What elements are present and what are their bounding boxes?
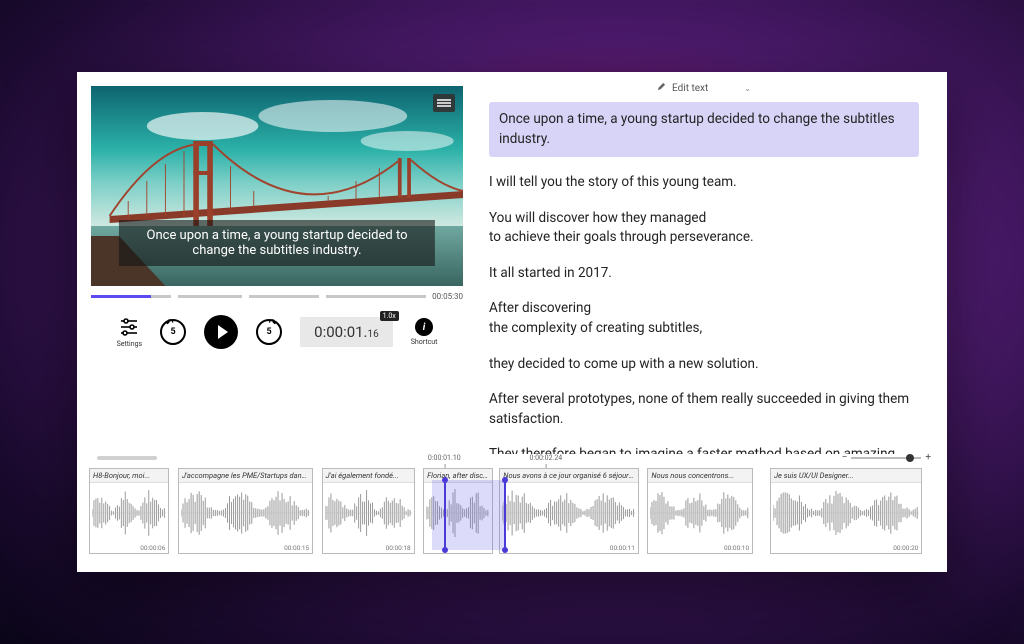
edit-mode-dropdown[interactable]: Edit text ⌄ — [489, 82, 919, 94]
zoom-out-icon[interactable]: − — [842, 452, 848, 463]
clip-duration: 00:00:15 — [284, 544, 309, 552]
timeline-clip[interactable]: J'accompagne les PME/Startups dans... 00:… — [178, 468, 313, 554]
settings-button[interactable]: Settings — [117, 316, 143, 348]
timeline-ruler: 0:00:01.10 0:00:02.24 — [89, 454, 935, 468]
clip-label: J'ai également fondé... — [323, 469, 414, 483]
playhead-marker[interactable] — [504, 480, 506, 550]
playback-controls: Settings 5 5 0:00:01.16 1.0x i Shortcut — [91, 315, 463, 349]
waveform — [650, 485, 750, 541]
shortcut-button[interactable]: i Shortcut — [411, 318, 438, 346]
rewind-5-button[interactable]: 5 — [160, 319, 186, 345]
timeline-clip[interactable]: Nous nous concentrons... 00:00:10 — [647, 468, 753, 554]
clips-track: H8-Bonjour, moi... 00:00:06 J'accompagne l… — [89, 468, 935, 560]
video-panel: Once upon a time, a young startup decide… — [77, 72, 477, 454]
waveform — [325, 485, 412, 541]
clip-duration: 00:00:11 — [610, 544, 635, 552]
video-menu-icon[interactable] — [433, 94, 455, 112]
forward-5-button[interactable]: 5 — [256, 319, 282, 345]
timecode-frac: 16 — [368, 329, 379, 340]
transcript-block[interactable]: After several prototypes, none of them r… — [489, 390, 919, 429]
chevron-down-icon: ⌄ — [744, 84, 751, 93]
waveform — [181, 485, 310, 541]
pencil-icon — [657, 82, 666, 94]
timeline[interactable]: 0:00:01.10 0:00:02.24 − + H8-Bonjour, mo… — [77, 454, 947, 572]
clip-label: J'accompagne les PME/Startups dans... — [179, 469, 312, 483]
waveform — [502, 485, 636, 541]
timeline-clip[interactable]: Je suis UX/UI Designer... 00:00:20 — [770, 468, 922, 554]
edit-mode-label: Edit text — [672, 83, 708, 94]
zoom-in-icon[interactable]: + — [925, 452, 931, 463]
progress-fill — [91, 295, 151, 298]
transcript-block[interactable]: Once upon a time, a young startup decide… — [489, 102, 919, 157]
clip-duration: 00:00:06 — [140, 544, 165, 552]
app-window: Once upon a time, a young startup decide… — [77, 72, 947, 572]
speed-badge[interactable]: 1.0x — [380, 311, 399, 321]
clip-duration: 00:00:18 — [386, 544, 411, 552]
clip-label: Nous avons à ce jour organisé 6 séjours … — [500, 469, 638, 483]
transcript-block[interactable]: they decided to come up with a new solut… — [489, 355, 919, 375]
video-duration: 00:05:30 — [432, 292, 463, 301]
top-split: Once upon a time, a young startup decide… — [77, 72, 947, 454]
clip-duration: 00:00:20 — [893, 544, 918, 552]
transcript-block[interactable]: I will tell you the story of this young … — [489, 173, 919, 193]
transcript-block[interactable]: It all started in 2017. — [489, 264, 919, 284]
timeline-clip[interactable]: H8-Bonjour, moi... 00:00:06 — [89, 468, 169, 554]
progress-bar[interactable] — [91, 295, 426, 298]
sliders-icon — [118, 316, 140, 338]
video-preview[interactable]: Once upon a time, a young startup decide… — [91, 86, 463, 286]
timecode-main: 0:00:01. — [314, 323, 367, 341]
progress-row: 00:05:30 — [91, 292, 463, 301]
transcript-block[interactable]: After discovering the complexity of crea… — [489, 299, 919, 338]
clip-label: H8-Bonjour, moi... — [90, 469, 168, 483]
clip-label: Je suis UX/UI Designer... — [771, 469, 921, 483]
timeline-clip[interactable]: J'ai également fondé... 00:00:18 — [322, 468, 415, 554]
timeline-clip[interactable]: Nous avons à ce jour organisé 6 séjours … — [499, 468, 639, 554]
clip-duration: 00:00:10 — [724, 544, 749, 552]
ruler-tick: 0:00:01.10 — [428, 454, 461, 462]
info-icon: i — [415, 318, 433, 336]
play-button[interactable] — [204, 315, 238, 349]
transcript-list: Once upon a time, a young startup decide… — [489, 102, 919, 454]
zoom-slider[interactable] — [851, 457, 921, 459]
transcript-panel[interactable]: Edit text ⌄ Once upon a time, a young st… — [477, 72, 947, 454]
waveform — [92, 485, 166, 541]
waveform — [773, 485, 919, 541]
playhead[interactable] — [444, 480, 446, 550]
zoom-control[interactable]: − + — [842, 452, 931, 463]
clip-label: Nous nous concentrons... — [648, 469, 752, 483]
selection-region[interactable] — [432, 480, 504, 550]
transcript-block[interactable]: You will discover how they managed to ac… — [489, 209, 919, 248]
timecode-display[interactable]: 0:00:01.16 1.0x — [300, 317, 393, 347]
video-caption: Once upon a time, a young startup decide… — [119, 220, 435, 266]
ruler-tick: 0:00:02.24 — [529, 454, 562, 462]
